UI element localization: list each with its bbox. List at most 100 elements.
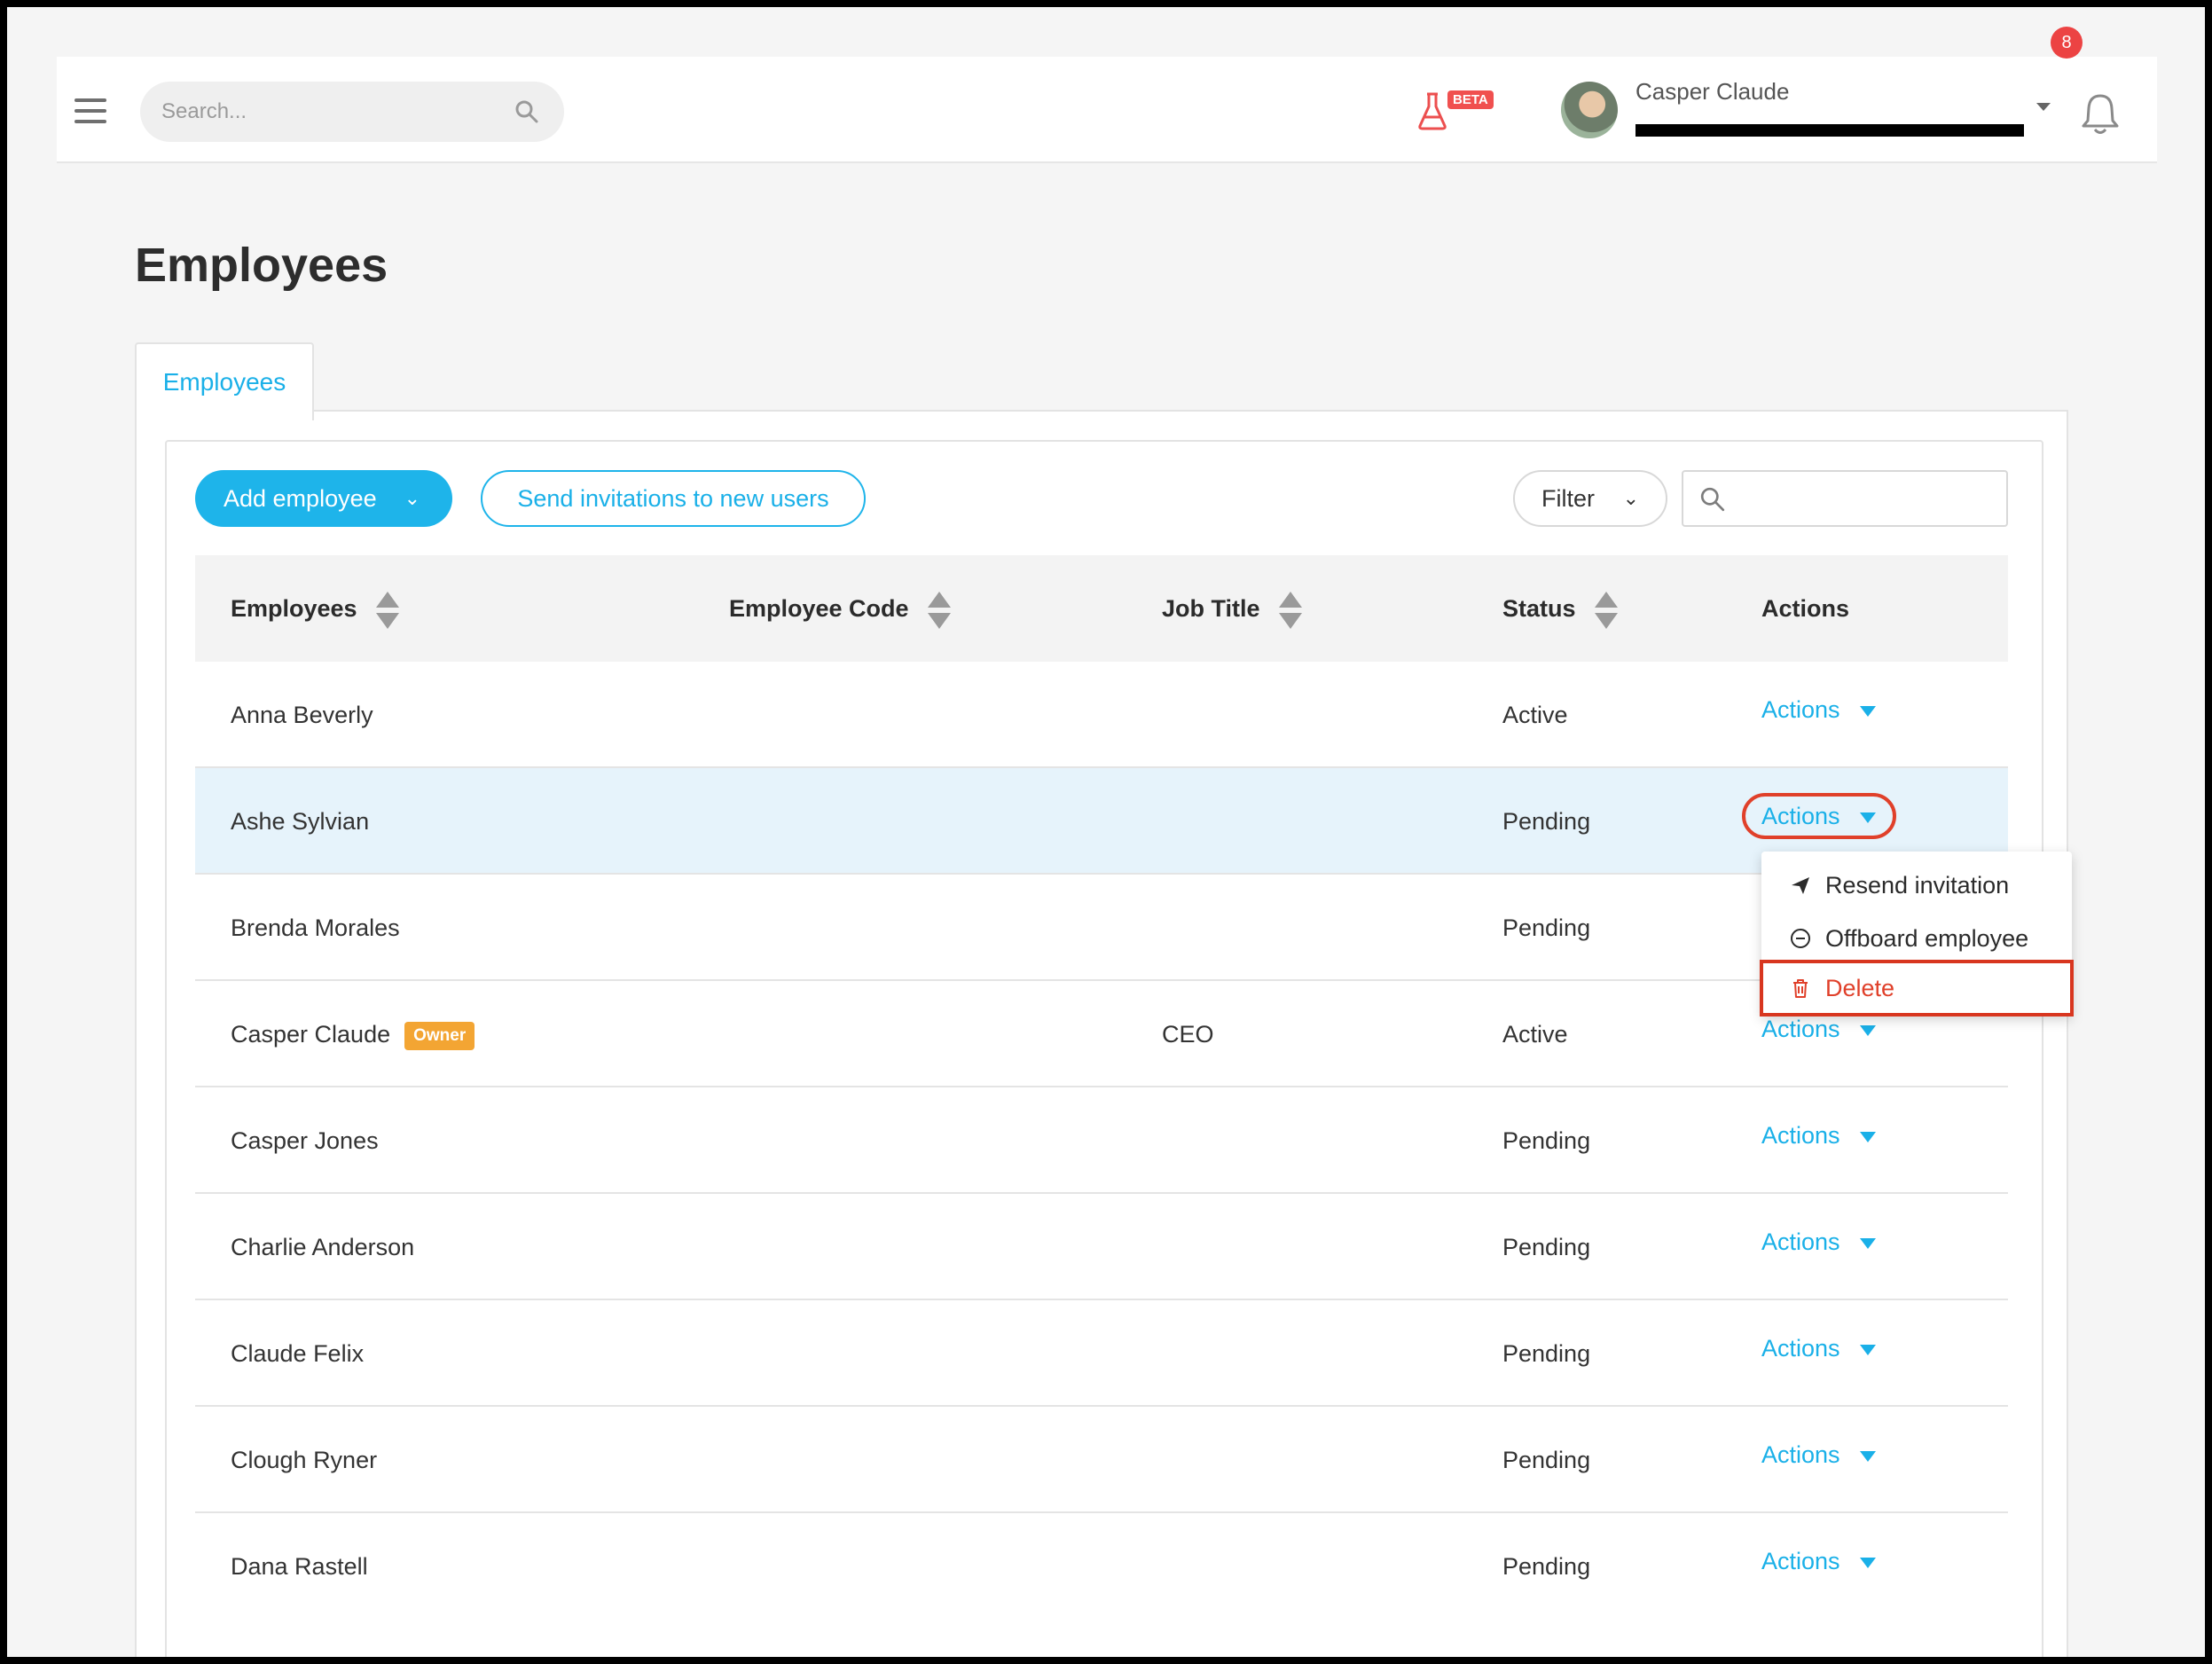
actions-label: Actions [1761, 696, 1840, 723]
employees-table: Employees Employee Code Job Title Status… [195, 555, 2008, 1620]
employee-status: Pending [1502, 1234, 1591, 1260]
add-employee-button[interactable]: Add employee ⌄ [195, 470, 452, 527]
page-title: Employees [135, 239, 388, 292]
job-title: CEO [1162, 1021, 1214, 1048]
column-header-employee-code[interactable]: Employee Code [729, 555, 952, 662]
table-row[interactable]: Casper Jones Pending Actions [195, 1087, 2008, 1194]
chevron-down-icon: ⌄ [1622, 487, 1639, 509]
table-row[interactable]: Ashe Sylvian Pending Actions [195, 768, 2008, 875]
global-search[interactable] [140, 82, 564, 142]
sort-icon[interactable] [1279, 591, 1303, 629]
menu-item-offboard-employee[interactable]: Offboard employee [1761, 912, 2072, 965]
actions-label: Actions [1761, 1228, 1840, 1255]
employee-status: Active [1502, 1021, 1568, 1048]
employee-name[interactable]: Casper Claude Owner [231, 981, 475, 1087]
column-header-employees[interactable]: Employees [231, 555, 400, 662]
avatar[interactable] [1561, 82, 1618, 138]
employee-name-text: Casper Claude [231, 1021, 391, 1048]
employee-name[interactable]: Charlie Anderson [231, 1194, 414, 1300]
table-row[interactable]: Charlie Anderson Pending Actions [195, 1194, 2008, 1300]
sort-icon[interactable] [376, 591, 400, 629]
actions-dropdown[interactable]: Actions [1761, 1082, 1876, 1189]
caret-down-icon [1859, 1557, 1876, 1568]
actions-dropdown[interactable]: Actions [1761, 1189, 1876, 1295]
caret-down-icon [1859, 1237, 1876, 1249]
table-row[interactable]: Dana Rastell Pending Actions [195, 1513, 2008, 1620]
column-label: Actions [1761, 595, 1850, 622]
notification-count-badge: 8 [2051, 27, 2083, 59]
chevron-down-icon: ⌄ [404, 487, 420, 509]
actions-label: Actions [1761, 803, 1840, 829]
employee-status: Pending [1502, 914, 1591, 941]
paper-plane-icon [1792, 877, 1809, 894]
table-header: Employees Employee Code Job Title Status… [195, 555, 2008, 662]
caret-down-icon [1859, 1344, 1876, 1355]
actions-label: Actions [1761, 1122, 1840, 1149]
menu-item-label: Delete [1825, 975, 1895, 1001]
column-label: Employees [231, 595, 357, 622]
global-search-input[interactable] [161, 82, 498, 142]
table-row[interactable]: Claude Felix Pending Actions [195, 1300, 2008, 1407]
employee-name[interactable]: Anna Beverly [231, 662, 373, 768]
chevron-down-icon[interactable] [2036, 103, 2051, 111]
employee-status: Pending [1502, 808, 1591, 835]
bell-icon[interactable] [2081, 92, 2120, 137]
beta-badge: BETA [1447, 90, 1494, 109]
caret-down-icon [1859, 812, 1876, 823]
employee-name[interactable]: Clough Ryner [231, 1407, 377, 1513]
column-label: Employee Code [729, 595, 909, 622]
table-row[interactable]: Anna Beverly Active Actions [195, 662, 2008, 768]
actions-dropdown[interactable]: Actions [1761, 1401, 1876, 1508]
employee-name[interactable]: Claude Felix [231, 1300, 364, 1407]
add-employee-label: Add employee [224, 485, 377, 512]
menu-item-resend-invitation[interactable]: Resend invitation [1761, 859, 2072, 912]
menu-item-label: Offboard employee [1825, 925, 2029, 952]
flask-icon [1418, 92, 1447, 130]
actions-label: Actions [1761, 1548, 1840, 1574]
column-header-status[interactable]: Status [1502, 555, 1619, 662]
caret-down-icon [1859, 1024, 1876, 1036]
filter-button[interactable]: Filter ⌄ [1513, 470, 1667, 527]
minus-circle-icon [1791, 929, 1810, 948]
search-icon [1700, 487, 1725, 512]
actions-dropdown[interactable]: Actions [1761, 1295, 1876, 1401]
employee-name[interactable]: Casper Jones [231, 1087, 379, 1194]
actions-dropdown[interactable]: Actions [1761, 1508, 1876, 1614]
owner-badge: Owner [404, 1021, 475, 1050]
table-search-input[interactable] [1735, 479, 1992, 518]
send-invitations-button[interactable]: Send invitations to new users [481, 470, 866, 527]
tab-employees[interactable]: Employees [135, 342, 314, 420]
employee-status: Pending [1502, 1340, 1591, 1367]
filter-label: Filter [1541, 485, 1595, 512]
user-name[interactable]: Casper Claude [1635, 78, 1789, 106]
top-bar: BETA Casper Claude [57, 57, 2157, 163]
employee-name[interactable]: Dana Rastell [231, 1513, 368, 1620]
table-row[interactable]: Brenda Morales Pending [195, 875, 2008, 981]
employee-status: Pending [1502, 1127, 1591, 1154]
hamburger-menu-icon[interactable] [75, 98, 106, 123]
table-row[interactable]: Clough Ryner Pending Actions [195, 1407, 2008, 1513]
actions-label: Actions [1761, 1016, 1840, 1042]
menu-item-label: Resend invitation [1825, 872, 2010, 899]
column-label: Job Title [1162, 595, 1260, 622]
menu-item-delete[interactable]: Delete [1761, 962, 2072, 1015]
actions-menu: Resend invitation Offboard employee Dele… [1761, 852, 2072, 1016]
caret-down-icon [1859, 705, 1876, 717]
actions-label: Actions [1761, 1335, 1840, 1362]
column-header-actions: Actions [1761, 555, 1849, 662]
employee-name[interactable]: Brenda Morales [231, 875, 400, 981]
sort-icon[interactable] [1595, 591, 1619, 629]
redacted-email [1635, 124, 2024, 137]
search-icon[interactable] [514, 99, 539, 124]
beta-labs[interactable]: BETA [1417, 85, 1506, 131]
caret-down-icon [1859, 1450, 1876, 1462]
trash-icon [1793, 979, 1808, 998]
table-row[interactable]: Casper Claude Owner CEO Active Actions [195, 981, 2008, 1087]
actions-dropdown[interactable]: Actions [1761, 656, 1876, 763]
employee-name[interactable]: Ashe Sylvian [231, 768, 369, 875]
caret-down-icon [1859, 1131, 1876, 1142]
table-search[interactable] [1682, 470, 2008, 527]
sort-icon[interactable] [928, 591, 952, 629]
employee-status: Active [1502, 702, 1568, 728]
column-header-job-title[interactable]: Job Title [1162, 555, 1303, 662]
